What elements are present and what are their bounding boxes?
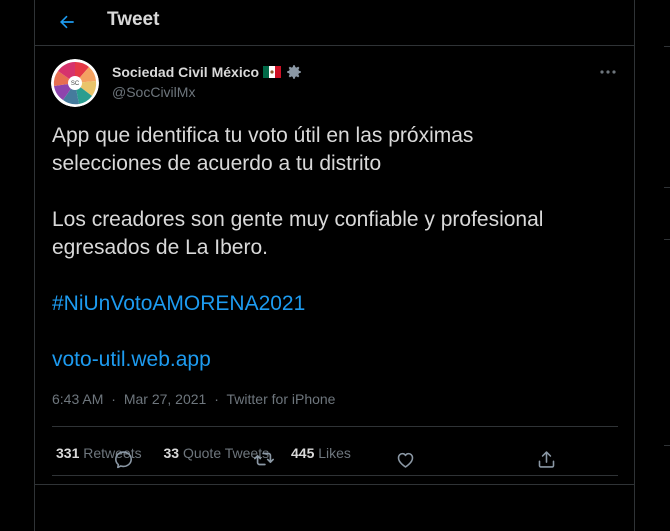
url-link[interactable]: voto-util.web.app [52, 346, 632, 374]
like-icon [397, 452, 413, 468]
arrow-left-icon [60, 15, 74, 29]
tweet-meta: 6:43 AM · Mar 27, 2021 · Twitter for iPh… [52, 391, 335, 407]
meta-separator-1: · [111, 391, 116, 407]
avatar-logo-icon: SC [51, 59, 99, 107]
back-button[interactable] [53, 8, 81, 36]
page-title: Tweet [107, 9, 160, 30]
retweet-icon [254, 452, 274, 466]
svg-text:SC: SC [71, 81, 80, 87]
gear-icon [287, 65, 301, 79]
divider-top [52, 426, 618, 427]
share-button[interactable] [534, 447, 558, 471]
right-edge-line-1 [664, 46, 670, 47]
reply-icon [114, 450, 132, 468]
more-horizontal-icon [600, 70, 616, 74]
tweet-actions [35, 437, 634, 477]
tweet-text-line-3: Los creadores son gente muy confiable y … [52, 208, 544, 231]
right-edge-line-3 [664, 239, 670, 240]
share-icon [538, 450, 554, 468]
tweet-text-line-4: egresados de La Ibero. [52, 236, 268, 259]
author-name-text: Sociedad Civil México [112, 64, 260, 80]
tweet-column: Tweet SC Sociedad Civil México @SocCivil… [34, 0, 635, 531]
tweet-text-line-2: selecciones de acuerdo a tu distrito [52, 152, 382, 175]
tweet-text-line-1: App que identifica tu voto útil en las p… [52, 124, 474, 147]
tweet-time[interactable]: 6:43 AM [52, 391, 103, 407]
retweet-button[interactable] [252, 447, 276, 471]
mexico-flag-icon [263, 66, 282, 78]
right-edge-line-2 [664, 187, 670, 188]
like-button[interactable] [393, 447, 417, 471]
right-edge [664, 0, 670, 531]
tweet-date[interactable]: Mar 27, 2021 [124, 391, 207, 407]
hashtag-link[interactable]: #NiUnVotoAMORENA2021 [52, 290, 632, 318]
author-name[interactable]: Sociedad Civil México [112, 63, 303, 81]
header: Tweet [35, 0, 634, 46]
section-divider [35, 484, 634, 485]
avatar[interactable]: SC [51, 59, 99, 107]
reply-button[interactable] [111, 447, 135, 471]
more-options-button[interactable] [595, 62, 621, 82]
tweet-source[interactable]: Twitter for iPhone [227, 391, 336, 407]
right-edge-line-4 [664, 445, 670, 446]
meta-separator-2: · [214, 391, 219, 407]
author-handle[interactable]: @SocCivilMx [112, 84, 195, 100]
